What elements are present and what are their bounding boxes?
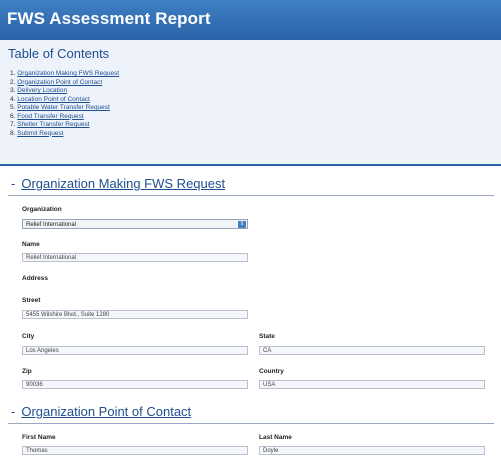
section-divider [8, 423, 494, 424]
toc-item-number: 5. [10, 104, 16, 111]
address-label: Address [22, 275, 49, 282]
toc-item-number: 1. [10, 70, 16, 77]
collapse-dash-icon[interactable]: - [11, 176, 15, 191]
street-label: Street [22, 297, 41, 304]
zip-label: Zip [22, 368, 32, 375]
toc-item-number: 6. [10, 112, 16, 120]
toc-item: 3. Delivery Location [10, 87, 119, 96]
toc-item: 4. Location Point of Contact [10, 96, 119, 105]
country-label: Country [259, 368, 284, 375]
section-heading-organization-making-request[interactable]: - Organization Making FWS Request [11, 176, 225, 191]
page-title: FWS Assessment Report [7, 9, 211, 28]
toc-item: 1. Organization Making FWS Request [10, 70, 119, 79]
section-heading-organization-point-of-contact[interactable]: - Organization Point of Contact [11, 404, 191, 419]
collapse-dash-icon[interactable]: - [11, 404, 15, 419]
name-field[interactable]: Relief International [22, 253, 248, 262]
toc-item-number: 3. [10, 87, 16, 94]
toc-title: Table of Contents [8, 46, 110, 61]
last-name-label: Last Name [259, 434, 292, 441]
toc-item: 2. Organization Point of Contact [10, 79, 119, 88]
organization-select-value: Relief International [26, 222, 77, 228]
first-name-field[interactable]: Thomas [22, 446, 248, 455]
city-label: City [22, 333, 35, 340]
last-name-field[interactable]: Doyle [259, 446, 485, 455]
app-header: FWS Assessment Report [0, 0, 501, 40]
toc-item-number: 7. [10, 121, 16, 128]
table-of-contents: Table of Contents 1. Organization Making… [0, 40, 501, 166]
toc-link-food-transfer[interactable]: Food Transfer Request [17, 113, 83, 120]
toc-item-number: 2. [10, 78, 16, 86]
toc-item: 5. Potable Water Transfer Request [10, 104, 119, 113]
toc-item: 6. Food Transfer Request [10, 113, 119, 122]
organization-label: Organization [22, 206, 62, 213]
toc-link-shelter-transfer[interactable]: Shelter Transfer Request [17, 121, 89, 128]
organization-select[interactable]: Relief International ⇕ [22, 219, 248, 229]
toc-item-number: 4. [10, 95, 16, 103]
street-field[interactable]: 5455 Wilshire Blvd., Suite 1280 [22, 310, 248, 319]
section-title[interactable]: Organization Making FWS Request [21, 176, 225, 191]
toc-item: 8. Submit Request [10, 130, 119, 139]
toc-link-organization-point-of-contact[interactable]: Organization Point of Contact [17, 79, 102, 86]
section-title[interactable]: Organization Point of Contact [21, 404, 191, 419]
zip-field[interactable]: 90036 [22, 380, 248, 389]
state-label: State [259, 333, 275, 340]
select-arrows-icon: ⇕ [238, 221, 246, 228]
toc-link-delivery-location[interactable]: Delivery Location [17, 87, 67, 94]
city-field[interactable]: Los Angeles [22, 346, 248, 355]
toc-item-number: 8. [10, 129, 16, 137]
toc-link-organization-making-request[interactable]: Organization Making FWS Request [17, 70, 119, 77]
toc-link-potable-water[interactable]: Potable Water Transfer Request [17, 104, 110, 111]
toc-link-submit-request[interactable]: Submit Request [17, 130, 63, 137]
toc-list: 1. Organization Making FWS Request 2. Or… [10, 70, 119, 138]
section-divider [8, 195, 494, 196]
toc-item: 7. Shelter Transfer Request [10, 121, 119, 130]
toc-link-location-point-of-contact[interactable]: Location Point of Contact [17, 96, 90, 103]
name-label: Name [22, 241, 40, 248]
country-field[interactable]: USA [259, 380, 485, 389]
state-field[interactable]: CA [259, 346, 485, 355]
first-name-label: First Name [22, 434, 56, 441]
